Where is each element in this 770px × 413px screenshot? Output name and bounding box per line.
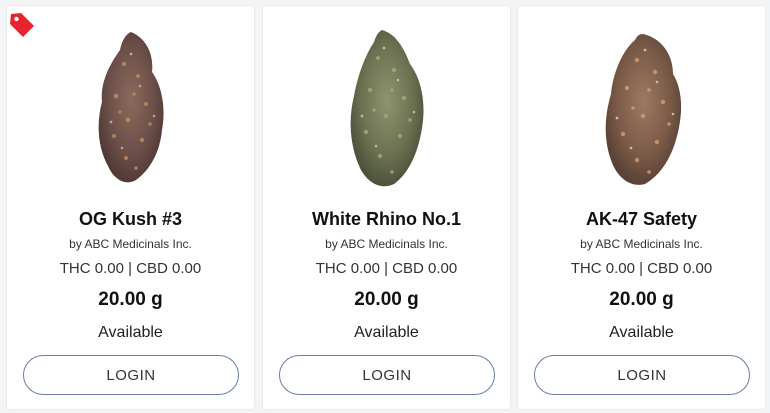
availability-status: Available (609, 324, 674, 341)
product-card[interactable]: White Rhino No.1 by ABC Medicinals Inc. … (262, 5, 511, 410)
product-name[interactable]: White Rhino No.1 (263, 209, 510, 230)
product-image[interactable] (263, 24, 510, 196)
product-image[interactable] (518, 24, 765, 196)
login-button[interactable]: LOGIN (279, 355, 495, 395)
cannabis-bud-image (350, 30, 423, 187)
login-button[interactable]: LOGIN (534, 355, 750, 395)
product-brand: by ABC Medicinals Inc. (580, 237, 703, 251)
cannabis-bud-image (605, 34, 681, 185)
product-card[interactable]: OG Kush #3 by ABC Medicinals Inc. THC 0.… (6, 5, 255, 410)
login-button[interactable]: LOGIN (23, 355, 239, 395)
product-grid: OG Kush #3 by ABC Medicinals Inc. THC 0.… (0, 0, 770, 413)
product-potency: THC 0.00 | CBD 0.00 (570, 260, 713, 277)
product-brand: by ABC Medicinals Inc. (69, 237, 192, 251)
product-name[interactable]: OG Kush #3 (7, 209, 254, 230)
product-potency: THC 0.00 | CBD 0.00 (315, 260, 458, 277)
product-weight: 20.00 g (609, 289, 674, 310)
product-potency: THC 0.00 | CBD 0.00 (59, 260, 202, 277)
product-card[interactable]: AK-47 Safety by ABC Medicinals Inc. THC … (517, 5, 766, 410)
cannabis-bud-image (98, 32, 164, 183)
product-weight: 20.00 g (98, 289, 163, 310)
product-weight: 20.00 g (354, 289, 419, 310)
product-name[interactable]: AK-47 Safety (518, 209, 765, 230)
price-tag-icon (10, 13, 34, 37)
product-image[interactable] (7, 24, 254, 196)
availability-status: Available (354, 324, 419, 341)
product-brand: by ABC Medicinals Inc. (325, 237, 448, 251)
availability-status: Available (98, 324, 163, 341)
